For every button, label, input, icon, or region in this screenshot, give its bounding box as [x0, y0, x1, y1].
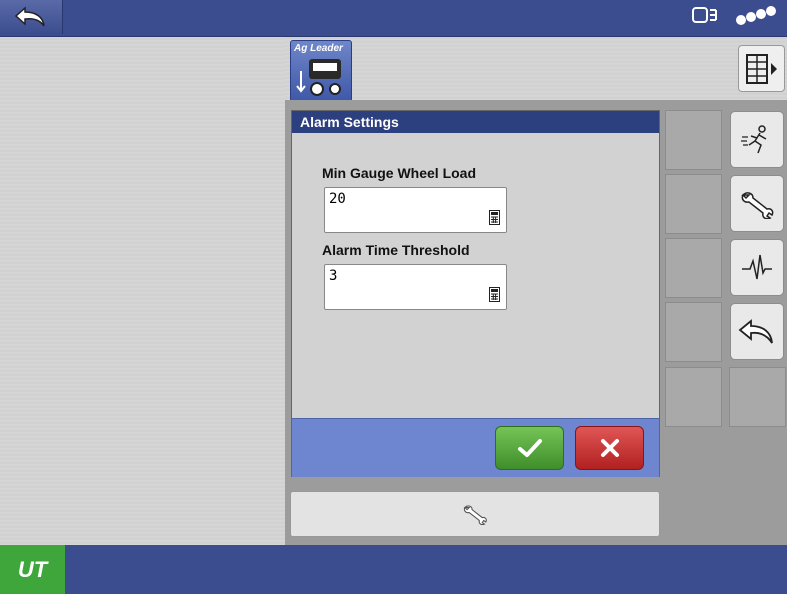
run-button[interactable] [730, 111, 784, 168]
planter-module-button[interactable]: Ag Leader [290, 40, 352, 102]
running-man-icon [741, 124, 767, 153]
heartbeat-icon [742, 254, 772, 279]
settings-wrench-button[interactable] [730, 175, 784, 232]
checkmark-icon [517, 439, 542, 457]
wrench-icon [741, 191, 774, 219]
dialog-title: Alarm Settings [292, 111, 659, 133]
min-gauge-wheel-load-value: 20 [329, 191, 346, 207]
grid-menu-button[interactable] [738, 45, 785, 92]
display-icon[interactable] [691, 4, 725, 28]
planter-icon [296, 59, 341, 96]
back-arrow-icon [14, 6, 45, 27]
dialog-footer [292, 418, 659, 477]
cancel-button[interactable] [575, 426, 644, 470]
side-cell [665, 302, 722, 362]
calculator-icon[interactable] [489, 210, 500, 225]
wrench-icon [463, 505, 487, 525]
x-icon [600, 439, 619, 457]
top-bar [0, 0, 787, 37]
alarm-settings-dialog: Alarm Settings Min Gauge Wheel Load 20 A… [291, 110, 660, 477]
diagnostics-button[interactable] [730, 239, 784, 296]
alarm-time-threshold-field[interactable]: 3 [324, 264, 507, 310]
return-button[interactable] [730, 303, 784, 360]
grid-menu-icon [745, 53, 777, 84]
return-arrow-icon [738, 318, 773, 343]
ok-button[interactable] [495, 426, 564, 470]
side-cell [665, 238, 722, 298]
calculator-icon[interactable] [489, 287, 500, 302]
setup-wrench-bar[interactable] [290, 491, 660, 537]
side-cell [729, 367, 786, 427]
signal-icon[interactable] [733, 4, 777, 28]
min-gauge-wheel-load-field[interactable]: 20 [324, 187, 507, 233]
background-left [0, 37, 285, 545]
min-gauge-wheel-load-label: Min Gauge Wheel Load [322, 165, 477, 181]
back-button[interactable] [0, 0, 63, 34]
bottom-bar [0, 545, 787, 594]
alarm-time-threshold-label: Alarm Time Threshold [322, 242, 470, 258]
side-cell [665, 174, 722, 234]
side-cell [665, 367, 722, 427]
alarm-time-threshold-value: 3 [329, 268, 338, 284]
background-top [285, 37, 787, 100]
universal-terminal-button[interactable]: UT [0, 545, 65, 594]
side-cell [665, 110, 722, 170]
